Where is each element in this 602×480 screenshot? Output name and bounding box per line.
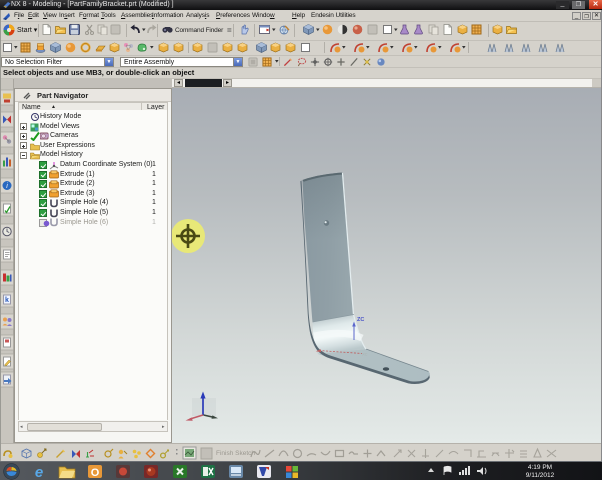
svg-text:k: k [5, 297, 9, 304]
svg-text:e: e [35, 464, 43, 480]
svg-text:O: O [91, 467, 100, 479]
svg-text:XC: XC [362, 352, 368, 357]
svg-text:ZC: ZC [357, 317, 364, 323]
